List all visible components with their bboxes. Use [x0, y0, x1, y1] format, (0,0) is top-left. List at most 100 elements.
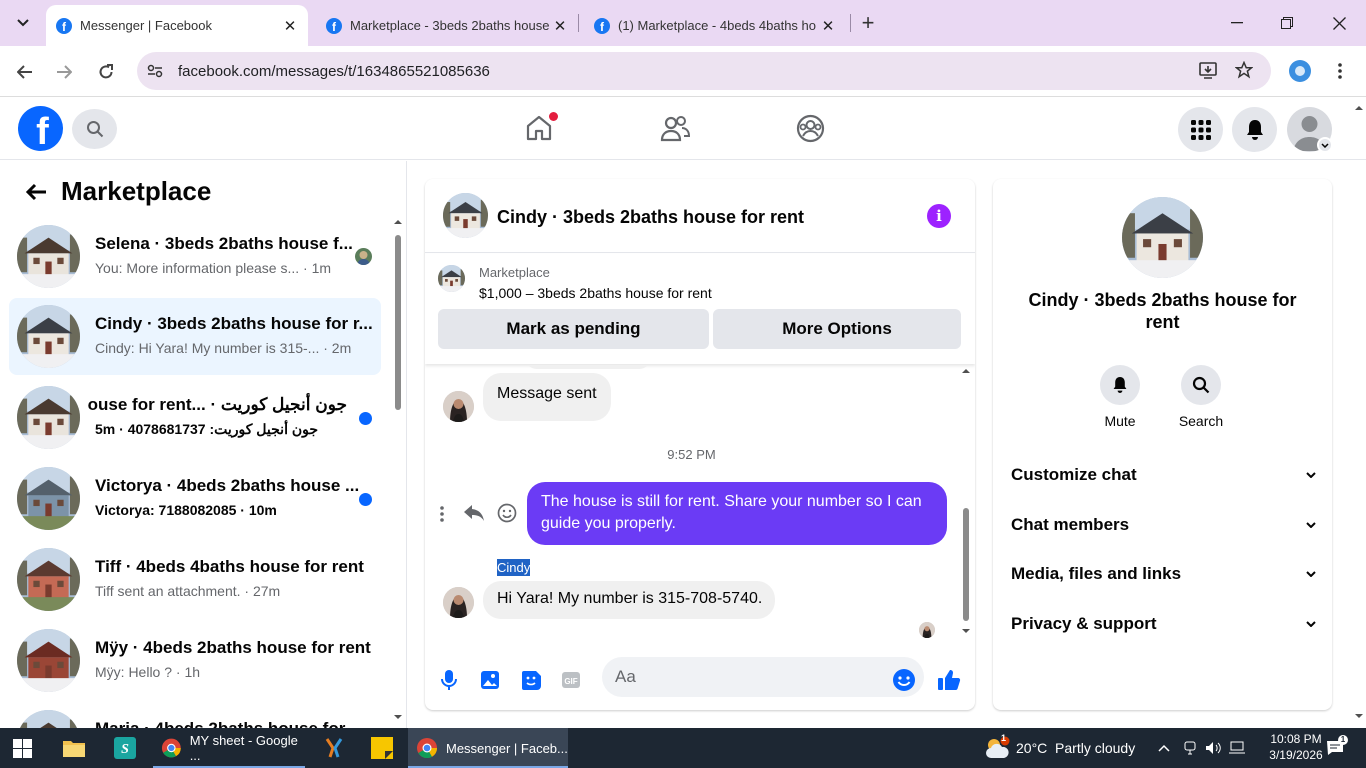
details-avatar[interactable]: [1122, 197, 1203, 278]
file-explorer-icon[interactable]: [62, 728, 86, 768]
message-composer: GIF: [425, 655, 975, 710]
search-in-chat-button[interactable]: Search: [1171, 365, 1231, 429]
sidebar-scrollbar[interactable]: [393, 218, 403, 726]
message-bubble-received[interactable]: Message sent: [483, 373, 611, 421]
listing-price-title[interactable]: $1,000 – 3beds 2baths house for rent: [479, 285, 712, 301]
maximize-icon[interactable]: [1262, 0, 1312, 46]
message-bubble-sent[interactable]: The house is still for rent. Share your …: [527, 482, 947, 545]
tab-messenger[interactable]: f Messenger | Facebook ✕: [46, 5, 308, 46]
groups-icon[interactable]: [796, 114, 825, 143]
conversation-name: جون أنجيل كوريت · ...ouse for rent: [87, 395, 347, 414]
forward-icon[interactable]: [51, 59, 77, 85]
close-tab-icon[interactable]: ✕: [820, 17, 836, 35]
minimize-icon[interactable]: [1212, 0, 1262, 46]
tab-search-icon[interactable]: [8, 8, 38, 38]
notification-count: 1: [1001, 733, 1007, 743]
meet-now-icon[interactable]: [1183, 728, 1197, 768]
gif-icon[interactable]: GIF: [558, 667, 584, 693]
info-icon[interactable]: i: [927, 204, 951, 228]
conversation-item[interactable]: جون أنجيل كوريت · ...ouse for rent جون أن…: [9, 379, 381, 456]
taskbar-app-messenger[interactable]: Messenger | Faceb...: [408, 728, 568, 768]
conversation-item[interactable]: Tiff · 4beds 4baths house for rent Tiff s…: [9, 541, 381, 618]
omnibox[interactable]: facebook.com/messages/t/1634865521085636: [137, 52, 1271, 90]
friends-icon[interactable]: [660, 115, 690, 143]
conversation-name: Tiff · 4beds 4baths house for rent: [95, 557, 364, 576]
conversation-item[interactable]: Cindy · 3beds 2baths house for r... Cindy…: [9, 298, 381, 375]
menu-icon[interactable]: [1338, 62, 1342, 80]
mute-button[interactable]: Mute: [1090, 365, 1150, 429]
close-tab-icon[interactable]: ✕: [552, 17, 568, 35]
menu-grid-icon[interactable]: [1178, 107, 1223, 152]
clock-time: 10:08 PM: [1270, 732, 1322, 746]
tab-marketplace-3beds[interactable]: f Marketplace - 3beds 2baths house ✕: [316, 5, 578, 46]
taskbar-app-label: Messenger | Faceb...: [446, 740, 568, 756]
chevron-down-icon[interactable]: [1317, 137, 1333, 153]
like-thumb-icon[interactable]: [936, 667, 962, 693]
section-label: Privacy & support: [1011, 614, 1157, 633]
tab-title: (1) Marketplace - 4beds 4baths ho: [618, 18, 816, 33]
conversation-item[interactable]: Mÿy · 4beds 2baths house for rent Mÿy: He…: [9, 622, 381, 699]
media-files-links-section[interactable]: Media, files and links: [1011, 559, 1316, 589]
site-info-icon[interactable]: [147, 63, 163, 79]
conversation-item[interactable]: Victorya · 4beds 2baths house ... Victory…: [9, 460, 381, 537]
facebook-top-nav: f: [0, 98, 1366, 160]
taskbar-app-google-sheets[interactable]: MY sheet - Google ...: [153, 728, 305, 768]
weather-text: 20°C Partly cloudy: [1016, 740, 1136, 756]
more-options-button[interactable]: More Options: [713, 309, 961, 349]
facebook-logo[interactable]: f: [18, 106, 63, 151]
message-bubble-received[interactable]: Hi Yara! My number is 315-708-5740.: [483, 581, 776, 619]
close-icon[interactable]: [1314, 0, 1364, 46]
notifications-icon[interactable]: [1232, 107, 1277, 152]
chat-title[interactable]: Cindy · 3beds 2baths house for rent: [497, 207, 804, 228]
home-icon[interactable]: [525, 112, 558, 142]
chat-members-section[interactable]: Chat members: [1011, 510, 1316, 540]
privacy-support-section[interactable]: Privacy & support: [1011, 609, 1316, 639]
conversation-item[interactable]: Selena · 3beds 2baths house f... You: Mor…: [9, 218, 381, 295]
chat-scrollbar[interactable]: [960, 365, 972, 639]
page-scrollbar[interactable]: [1352, 98, 1366, 728]
install-icon[interactable]: [1199, 62, 1217, 79]
new-tab-icon[interactable]: +: [853, 8, 883, 38]
back-arrow-icon[interactable]: [25, 183, 47, 201]
star-icon[interactable]: [1235, 61, 1253, 79]
weather-widget[interactable]: 1 20°C Partly cloudy: [984, 728, 1135, 768]
react-icon[interactable]: [497, 503, 517, 523]
app-paint-icon[interactable]: [323, 728, 345, 768]
action-center-icon[interactable]: 1: [1326, 728, 1348, 768]
more-actions-icon[interactable]: [439, 505, 445, 523]
network-icon[interactable]: [1229, 728, 1245, 768]
mark-as-pending-button[interactable]: Mark as pending: [438, 309, 709, 349]
sender-avatar[interactable]: [443, 391, 474, 422]
close-tab-icon[interactable]: ✕: [282, 17, 298, 35]
emoji-icon[interactable]: [891, 667, 917, 693]
message-input[interactable]: [602, 657, 924, 697]
conversation-item[interactable]: Maria · 4beds 2baths house for: [9, 703, 381, 728]
extension-icon[interactable]: [1289, 60, 1311, 82]
reply-icon[interactable]: [463, 504, 485, 522]
search-icon[interactable]: [72, 109, 117, 149]
marketplace-listing-banner: Marketplace $1,000 – 3beds 2baths house …: [425, 254, 975, 364]
conversation-avatar: [17, 225, 80, 288]
customize-chat-section[interactable]: Customize chat: [1011, 460, 1316, 490]
message-timestamp: 9:52 PM: [667, 447, 716, 462]
conversation-preview: Cindy: Hi Yara! My number is 315-... · 2…: [95, 340, 352, 356]
url-text[interactable]: facebook.com/messages/t/1634865521085636: [178, 63, 490, 80]
sticky-notes-icon[interactable]: [371, 728, 393, 768]
sender-avatar[interactable]: [443, 587, 474, 618]
app-s-icon[interactable]: S: [114, 728, 136, 768]
chat-header: Cindy · 3beds 2baths house for rent i: [425, 179, 975, 253]
show-hidden-icons-icon[interactable]: [1158, 728, 1170, 768]
tab-separator: [578, 14, 579, 32]
tab-marketplace-4beds[interactable]: f (1) Marketplace - 4beds 4baths ho ✕: [584, 5, 846, 46]
volume-icon[interactable]: [1205, 728, 1221, 768]
chat-avatar[interactable]: [443, 193, 488, 238]
back-icon[interactable]: [12, 59, 38, 85]
sticker-icon[interactable]: [518, 667, 544, 693]
clock[interactable]: 10:08 PM 3/19/2026: [1256, 731, 1336, 763]
start-icon[interactable]: [13, 728, 32, 768]
listing-thumbnail[interactable]: [438, 265, 465, 292]
conversation-avatar: [17, 548, 80, 611]
photo-icon[interactable]: [477, 667, 503, 693]
reload-icon[interactable]: [93, 59, 119, 85]
microphone-icon[interactable]: [436, 667, 462, 693]
